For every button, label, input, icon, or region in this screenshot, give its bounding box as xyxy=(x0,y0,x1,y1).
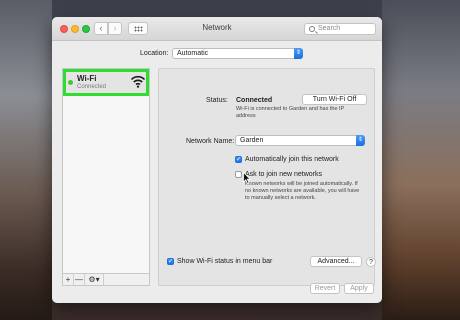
revert-button[interactable]: Revert xyxy=(310,283,340,294)
service-list: Wi-Fi Connected xyxy=(62,68,150,274)
show-wifi-status-label: Show Wi-Fi status in menu bar xyxy=(177,258,273,265)
status-value: Connected xyxy=(236,97,273,104)
show-all-button[interactable] xyxy=(128,22,148,35)
sidebar-item-label: Wi-Fi xyxy=(77,74,97,83)
add-service-button[interactable]: + xyxy=(63,274,74,285)
location-label: Location: xyxy=(140,50,169,57)
auto-join-checkbox[interactable]: ✓ xyxy=(235,156,242,163)
search-placeholder: Search xyxy=(318,25,341,32)
gear-menu-button[interactable]: ⚙▾ xyxy=(85,274,104,285)
minimize-button[interactable] xyxy=(71,25,79,33)
search-field[interactable]: Search xyxy=(304,23,376,35)
show-wifi-status-checkbox[interactable]: ✓ xyxy=(167,258,174,265)
wifi-icon xyxy=(130,75,146,88)
ask-join-label: Ask to join new networks xyxy=(245,171,323,178)
window-title: Network xyxy=(202,23,232,32)
status-dot-icon xyxy=(68,80,73,85)
status-description: Wi-Fi is connected to Garden and has the… xyxy=(236,106,345,119)
forward-button[interactable]: › xyxy=(108,22,122,35)
back-button[interactable]: ‹ xyxy=(94,22,108,35)
network-preferences-window: ‹ › Network Search Location: Automatic ⇕… xyxy=(52,17,382,303)
zoom-button[interactable] xyxy=(82,25,90,33)
location-select[interactable]: Automatic ⇕ xyxy=(172,48,303,59)
chevron-updown-icon: ⇕ xyxy=(294,48,303,59)
ask-join-description: Known networks will be joined automatica… xyxy=(245,181,360,201)
apply-button[interactable]: Apply xyxy=(344,283,374,294)
location-value: Automatic xyxy=(177,50,209,57)
turn-wifi-off-button[interactable]: Turn Wi-Fi Off xyxy=(302,94,367,105)
network-name-select[interactable]: Garden ⇕ xyxy=(235,135,365,146)
sidebar-item-wifi[interactable]: Wi-Fi Connected xyxy=(63,69,149,96)
chevron-updown-icon: ⇕ xyxy=(356,135,365,146)
mouse-cursor-icon xyxy=(243,172,251,184)
advanced-button[interactable]: Advanced... xyxy=(310,256,362,267)
search-icon xyxy=(309,26,315,32)
network-name-value: Garden xyxy=(240,137,264,144)
auto-join-label: Automatically join this network xyxy=(245,156,339,163)
desktop-wallpaper-right xyxy=(382,0,460,320)
close-button[interactable] xyxy=(60,25,68,33)
grid-icon xyxy=(134,26,143,32)
sidebar-item-status: Connected xyxy=(77,84,107,90)
ask-join-checkbox[interactable] xyxy=(235,171,242,178)
remove-service-button[interactable]: — xyxy=(74,274,85,285)
title-bar: ‹ › Network Search xyxy=(52,17,382,41)
status-label: Status: xyxy=(206,97,228,104)
network-name-label: Network Name: xyxy=(186,138,235,145)
service-list-toolbar: + — ⚙▾ xyxy=(62,274,150,286)
desktop-wallpaper-left xyxy=(0,0,52,320)
help-button[interactable]: ? xyxy=(366,257,376,267)
